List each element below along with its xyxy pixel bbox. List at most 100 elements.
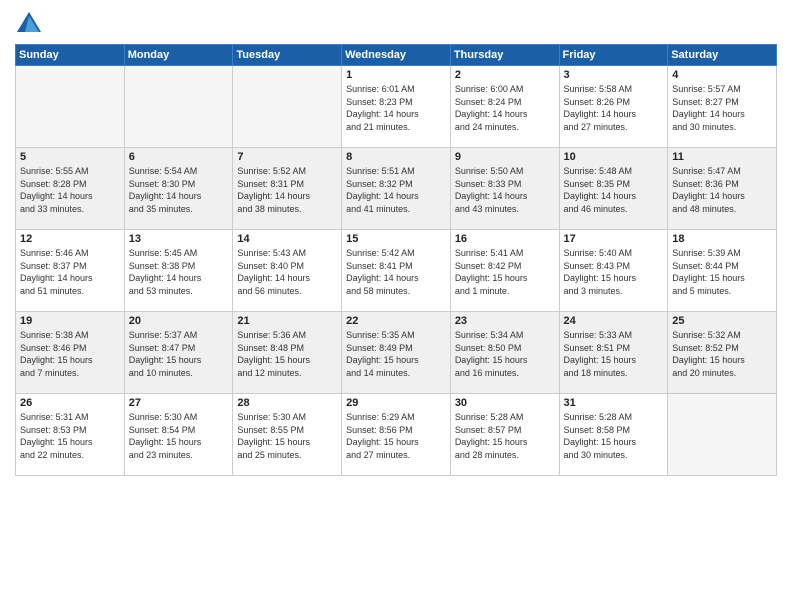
calendar-day-cell: 26 Sunrise: 5:31 AM Sunset: 8:53 PM Dayli… [16, 394, 125, 476]
day-number: 3 [564, 69, 664, 81]
calendar-day-cell: 12Sunrise: 5:46 AM Sunset: 8:37 PM Dayli… [16, 230, 125, 312]
calendar-day-cell: 15 Sunrise: 5:42 AM Sunset: 8:41 PM Dayli… [342, 230, 451, 312]
weekday-header-friday: Friday [559, 45, 668, 66]
calendar-day-cell: 6 Sunrise: 5:54 AM Sunset: 8:30 PM Daylig… [124, 148, 233, 230]
calendar-day-cell: 1 Sunrise: 6:01 AM Sunset: 8:23 PM Daylig… [342, 66, 451, 148]
weekday-header-row: SundayMondayTuesdayWednesdayThursdayFrid… [16, 45, 777, 66]
day-info: Sunrise: 5:54 AM Sunset: 8:30 PM Dayligh… [129, 165, 229, 215]
calendar-week-row: 19 Sunrise: 5:38 AM Sunset: 8:46 PM Dayli… [16, 312, 777, 394]
day-info: Sunrise: 5:55 AM Sunset: 8:28 PM Dayligh… [20, 165, 120, 215]
day-number: 13 [129, 233, 229, 245]
calendar-day-cell [124, 66, 233, 148]
day-info: Sunrise: 5:28 AM Sunset: 8:57 PM Dayligh… [455, 411, 555, 461]
calendar-day-cell: 29 Sunrise: 5:29 AM Sunset: 8:56 PM Dayli… [342, 394, 451, 476]
day-info: Sunrise: 5:37 AM Sunset: 8:47 PM Dayligh… [129, 329, 229, 379]
day-number: 8 [346, 151, 446, 163]
day-info: Sunrise: 5:48 AM Sunset: 8:35 PM Dayligh… [564, 165, 664, 215]
day-info: Sunrise: 5:33 AM Sunset: 8:51 PM Dayligh… [564, 329, 664, 379]
calendar-day-cell: 3Sunrise: 5:58 AM Sunset: 8:26 PM Daylig… [559, 66, 668, 148]
day-info: Sunrise: 6:01 AM Sunset: 8:23 PM Dayligh… [346, 83, 446, 133]
weekday-header-tuesday: Tuesday [233, 45, 342, 66]
day-info: Sunrise: 5:31 AM Sunset: 8:53 PM Dayligh… [20, 411, 120, 461]
day-number: 1 [346, 69, 446, 81]
calendar-day-cell: 25 Sunrise: 5:32 AM Sunset: 8:52 PM Dayli… [668, 312, 777, 394]
weekday-header-wednesday: Wednesday [342, 45, 451, 66]
calendar-day-cell: 7 Sunrise: 5:52 AM Sunset: 8:31 PM Daylig… [233, 148, 342, 230]
day-number: 4 [672, 69, 772, 81]
day-number: 9 [455, 151, 555, 163]
day-number: 7 [237, 151, 337, 163]
calendar-day-cell: 10 Sunrise: 5:48 AM Sunset: 8:35 PM Dayli… [559, 148, 668, 230]
day-number: 17 [564, 233, 664, 245]
day-info: Sunrise: 5:47 AM Sunset: 8:36 PM Dayligh… [672, 165, 772, 215]
day-info: Sunrise: 5:50 AM Sunset: 8:33 PM Dayligh… [455, 165, 555, 215]
weekday-header-sunday: Sunday [16, 45, 125, 66]
calendar-day-cell: 28 Sunrise: 5:30 AM Sunset: 8:55 PM Dayli… [233, 394, 342, 476]
calendar-week-row: 12Sunrise: 5:46 AM Sunset: 8:37 PM Dayli… [16, 230, 777, 312]
day-info: Sunrise: 5:30 AM Sunset: 8:55 PM Dayligh… [237, 411, 337, 461]
calendar-day-cell: 5 Sunrise: 5:55 AM Sunset: 8:28 PM Daylig… [16, 148, 125, 230]
calendar-day-cell: 22Sunrise: 5:35 AM Sunset: 8:49 PM Dayli… [342, 312, 451, 394]
day-number: 2 [455, 69, 555, 81]
day-info: Sunrise: 5:40 AM Sunset: 8:43 PM Dayligh… [564, 247, 664, 297]
weekday-header-thursday: Thursday [450, 45, 559, 66]
calendar-day-cell: 21 Sunrise: 5:36 AM Sunset: 8:48 PM Dayli… [233, 312, 342, 394]
day-info: Sunrise: 5:57 AM Sunset: 8:27 PM Dayligh… [672, 83, 772, 133]
calendar-day-cell: 13Sunrise: 5:45 AM Sunset: 8:38 PM Dayli… [124, 230, 233, 312]
day-info: Sunrise: 5:39 AM Sunset: 8:44 PM Dayligh… [672, 247, 772, 297]
day-info: Sunrise: 5:51 AM Sunset: 8:32 PM Dayligh… [346, 165, 446, 215]
calendar-day-cell: 24 Sunrise: 5:33 AM Sunset: 8:51 PM Dayli… [559, 312, 668, 394]
weekday-header-saturday: Saturday [668, 45, 777, 66]
logo-icon [15, 10, 43, 38]
day-number: 29 [346, 397, 446, 409]
day-info: Sunrise: 5:30 AM Sunset: 8:54 PM Dayligh… [129, 411, 229, 461]
day-number: 19 [20, 315, 120, 327]
day-number: 14 [237, 233, 337, 245]
day-info: Sunrise: 5:28 AM Sunset: 8:58 PM Dayligh… [564, 411, 664, 461]
day-number: 30 [455, 397, 555, 409]
calendar-day-cell: 4 Sunrise: 5:57 AM Sunset: 8:27 PM Daylig… [668, 66, 777, 148]
calendar-day-cell [16, 66, 125, 148]
day-info: Sunrise: 5:32 AM Sunset: 8:52 PM Dayligh… [672, 329, 772, 379]
day-number: 24 [564, 315, 664, 327]
day-info: Sunrise: 5:42 AM Sunset: 8:41 PM Dayligh… [346, 247, 446, 297]
day-number: 28 [237, 397, 337, 409]
calendar-day-cell: 17 Sunrise: 5:40 AM Sunset: 8:43 PM Dayli… [559, 230, 668, 312]
day-info: Sunrise: 5:36 AM Sunset: 8:48 PM Dayligh… [237, 329, 337, 379]
calendar-day-cell: 27 Sunrise: 5:30 AM Sunset: 8:54 PM Dayli… [124, 394, 233, 476]
calendar-day-cell: 14 Sunrise: 5:43 AM Sunset: 8:40 PM Dayli… [233, 230, 342, 312]
day-info: Sunrise: 5:41 AM Sunset: 8:42 PM Dayligh… [455, 247, 555, 297]
day-number: 15 [346, 233, 446, 245]
day-number: 16 [455, 233, 555, 245]
day-number: 21 [237, 315, 337, 327]
day-number: 26 [20, 397, 120, 409]
calendar-day-cell: 20 Sunrise: 5:37 AM Sunset: 8:47 PM Dayli… [124, 312, 233, 394]
calendar-day-cell: 9 Sunrise: 5:50 AM Sunset: 8:33 PM Daylig… [450, 148, 559, 230]
day-number: 6 [129, 151, 229, 163]
calendar-day-cell: 31 Sunrise: 5:28 AM Sunset: 8:58 PM Dayli… [559, 394, 668, 476]
calendar-week-row: 1 Sunrise: 6:01 AM Sunset: 8:23 PM Daylig… [16, 66, 777, 148]
weekday-header-monday: Monday [124, 45, 233, 66]
calendar-day-cell [233, 66, 342, 148]
day-info: Sunrise: 5:38 AM Sunset: 8:46 PM Dayligh… [20, 329, 120, 379]
day-number: 10 [564, 151, 664, 163]
day-number: 5 [20, 151, 120, 163]
day-info: Sunrise: 5:43 AM Sunset: 8:40 PM Dayligh… [237, 247, 337, 297]
day-number: 20 [129, 315, 229, 327]
day-number: 27 [129, 397, 229, 409]
day-number: 31 [564, 397, 664, 409]
day-info: Sunrise: 5:52 AM Sunset: 8:31 PM Dayligh… [237, 165, 337, 215]
calendar-day-cell: 16 Sunrise: 5:41 AM Sunset: 8:42 PM Dayli… [450, 230, 559, 312]
day-info: Sunrise: 5:29 AM Sunset: 8:56 PM Dayligh… [346, 411, 446, 461]
calendar-table: SundayMondayTuesdayWednesdayThursdayFrid… [15, 44, 777, 476]
calendar-day-cell: 2Sunrise: 6:00 AM Sunset: 8:24 PM Daylig… [450, 66, 559, 148]
day-info: Sunrise: 5:34 AM Sunset: 8:50 PM Dayligh… [455, 329, 555, 379]
calendar-day-cell: 11 Sunrise: 5:47 AM Sunset: 8:36 PM Dayli… [668, 148, 777, 230]
calendar-day-cell: 18 Sunrise: 5:39 AM Sunset: 8:44 PM Dayli… [668, 230, 777, 312]
day-number: 11 [672, 151, 772, 163]
calendar-week-row: 26 Sunrise: 5:31 AM Sunset: 8:53 PM Dayli… [16, 394, 777, 476]
day-number: 18 [672, 233, 772, 245]
calendar-day-cell: 23Sunrise: 5:34 AM Sunset: 8:50 PM Dayli… [450, 312, 559, 394]
day-number: 12 [20, 233, 120, 245]
day-number: 25 [672, 315, 772, 327]
